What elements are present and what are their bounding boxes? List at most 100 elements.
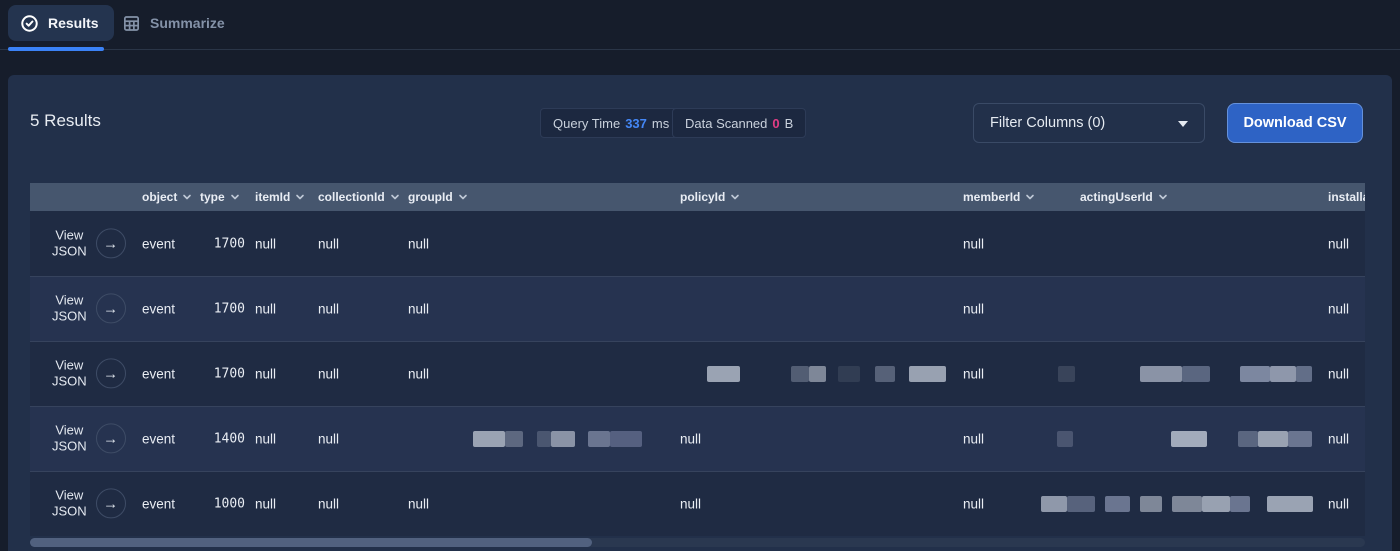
cell-collectionId: null: [318, 431, 339, 446]
arrow-right-icon: →: [103, 365, 118, 382]
data-scanned-label: Data Scanned: [685, 116, 767, 131]
table-row: ViewJSON→event1700nullnullnullnullnull: [30, 276, 1365, 341]
tab-results[interactable]: Results: [8, 5, 114, 41]
redacted-cell: [610, 431, 642, 447]
column-header-label: actingUserId: [1080, 190, 1153, 204]
cell-policyId: null: [680, 496, 701, 511]
redacted-cell: [505, 431, 523, 447]
view-json-label: ViewJSON: [52, 422, 87, 455]
sort-chevron-icon: [390, 194, 400, 201]
sort-chevron-icon: [458, 194, 468, 201]
redacted-cell: [707, 366, 740, 382]
filter-columns-label: Filter Columns (0): [990, 115, 1105, 131]
query-time-value: 337: [625, 116, 647, 131]
column-header-itemId[interactable]: itemId: [255, 190, 305, 204]
redacted-cell: [1057, 431, 1073, 447]
redacted-cell: [537, 431, 551, 447]
cell-memberId: null: [963, 496, 984, 511]
column-header-actingUserId[interactable]: actingUserId: [1080, 190, 1168, 204]
view-json-label: ViewJSON: [52, 227, 87, 260]
redacted-cell: [1202, 496, 1230, 512]
column-header-policyId[interactable]: policyId: [680, 190, 740, 204]
cell-object: event: [142, 236, 175, 251]
cell-type: 1700: [190, 301, 245, 316]
cell-groupId: null: [408, 496, 429, 511]
redacted-cell: [1140, 496, 1162, 512]
redacted-cell: [1238, 431, 1258, 447]
data-scanned-badge: Data Scanned 0 B: [672, 108, 806, 138]
cell-groupId: null: [408, 366, 429, 381]
redacted-cell: [1270, 366, 1296, 382]
redacted-cell: [1182, 366, 1210, 382]
redacted-cell: [1171, 431, 1207, 447]
view-json-label: ViewJSON: [52, 292, 87, 325]
redacted-cell: [791, 366, 809, 382]
query-time-label: Query Time: [553, 116, 620, 131]
table-body: ViewJSON → event 1700 null null null null null Vi…: [30, 211, 1365, 536]
results-table: object type itemId collectionId groupId polic…: [30, 183, 1365, 536]
cell-type: 1400: [190, 431, 245, 446]
chevron-down-icon: [1178, 115, 1188, 131]
view-json-cell: ViewJSON →: [52, 357, 126, 390]
cell-collectionId: null: [318, 496, 339, 511]
column-header-object[interactable]: object: [142, 190, 192, 204]
column-header-memberId[interactable]: memberId: [963, 190, 1035, 204]
redacted-cell: [1105, 496, 1130, 512]
table-row: ViewJSON→event1400nullnullnullnullnull: [30, 406, 1365, 471]
column-header-label: memberId: [963, 190, 1020, 204]
cell-installat: null: [1328, 366, 1349, 381]
redacted-cell: [909, 366, 946, 382]
column-header-groupId[interactable]: groupId: [408, 190, 468, 204]
redacted-cell: [875, 366, 895, 382]
redacted-cell: [1296, 366, 1312, 382]
cell-type: 1000: [190, 496, 245, 511]
cell-type: 1700: [190, 366, 245, 381]
cell-installat: null: [1328, 236, 1349, 251]
view-json-button[interactable]: →: [96, 294, 126, 324]
view-json-button[interactable]: →: [96, 229, 126, 259]
view-json-button[interactable]: →: [96, 359, 126, 389]
query-time-badge: Query Time 337 ms: [540, 108, 682, 138]
tab-summarize[interactable]: Summarize: [122, 5, 225, 41]
cell-itemId: null: [255, 366, 276, 381]
sort-chevron-icon: [182, 194, 192, 201]
cell-object: event: [142, 301, 175, 316]
redacted-cell: [1172, 496, 1202, 512]
cell-object: event: [142, 496, 175, 511]
column-header-collectionId[interactable]: collectionId: [318, 190, 400, 204]
redacted-cell: [1067, 496, 1095, 512]
sort-chevron-icon: [230, 194, 240, 201]
results-count: 5 Results: [30, 111, 101, 131]
arrow-right-icon: →: [103, 495, 118, 512]
cell-memberId: null: [963, 431, 984, 446]
arrow-right-icon: →: [103, 430, 118, 447]
query-time-unit: ms: [652, 116, 669, 131]
cell-groupId: null: [408, 236, 429, 251]
data-scanned-value: 0: [772, 116, 779, 131]
view-json-label: ViewJSON: [52, 357, 87, 390]
view-json-cell: ViewJSON →: [52, 487, 126, 520]
table-row: ViewJSON→event1700nullnullnullnullnull: [30, 341, 1365, 406]
horizontal-scrollbar-thumb[interactable]: [30, 538, 592, 547]
view-json-button[interactable]: →: [96, 424, 126, 454]
cell-object: event: [142, 431, 175, 446]
table-icon: [122, 14, 141, 33]
cell-itemId: null: [255, 496, 276, 511]
view-json-button[interactable]: →: [96, 489, 126, 519]
cell-collectionId: null: [318, 301, 339, 316]
redacted-cell: [1058, 366, 1075, 382]
column-header-installat[interactable]: installat: [1328, 190, 1365, 204]
column-header-label: policyId: [680, 190, 725, 204]
view-json-label: ViewJSON: [52, 487, 87, 520]
cell-installat: null: [1328, 301, 1349, 316]
filter-columns-dropdown[interactable]: Filter Columns (0): [973, 103, 1205, 143]
column-header-type[interactable]: type: [200, 190, 240, 204]
horizontal-scrollbar-track[interactable]: [30, 538, 1365, 547]
table-row: ViewJSON→event1700nullnullnullnullnull: [30, 211, 1365, 276]
column-header-label: installat: [1328, 190, 1365, 204]
arrow-right-icon: →: [103, 300, 118, 317]
tab-results-label: Results: [48, 15, 99, 31]
view-json-cell: ViewJSON →: [52, 227, 126, 260]
download-csv-button[interactable]: Download CSV: [1227, 103, 1363, 143]
redacted-cell: [1267, 496, 1313, 512]
